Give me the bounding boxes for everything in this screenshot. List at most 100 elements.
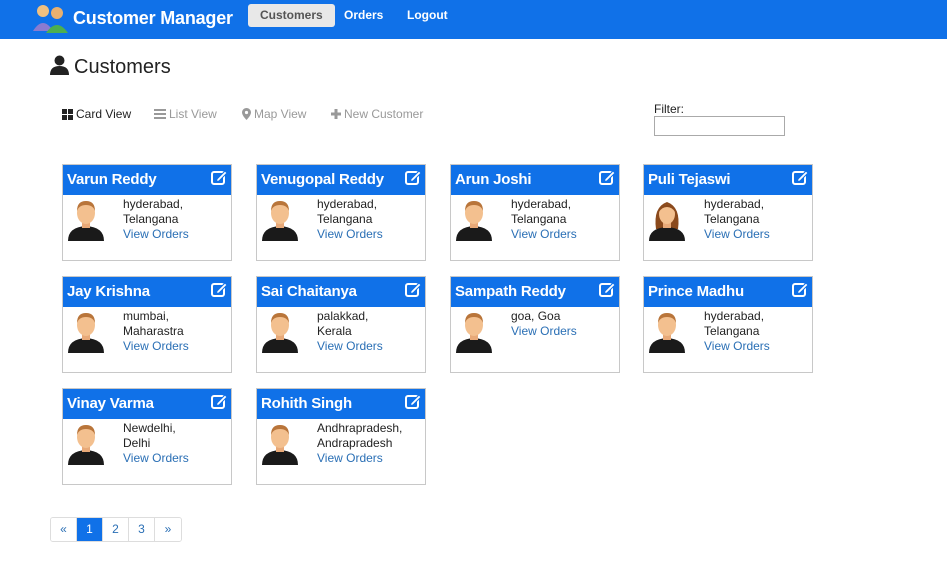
plus-icon bbox=[331, 109, 341, 119]
customer-info: hyderabad, Telangana View Orders bbox=[511, 197, 577, 242]
customer-name[interactable]: Sampath Reddy bbox=[455, 283, 566, 300]
view-orders-link[interactable]: View Orders bbox=[317, 339, 383, 354]
customer-info: goa, Goa View Orders bbox=[511, 309, 577, 339]
customer-city: palakkad, bbox=[317, 309, 369, 323]
view-orders-link[interactable]: View Orders bbox=[317, 227, 383, 242]
customer-state: Telangana bbox=[511, 212, 567, 226]
edit-icon[interactable] bbox=[792, 281, 809, 298]
customer-card: Arun Joshi hyderabad, Telangana View Orders bbox=[450, 164, 620, 261]
tab-list-view[interactable]: List View bbox=[154, 106, 217, 122]
brand-title: Customer Manager bbox=[73, 7, 233, 28]
filter-input[interactable] bbox=[654, 116, 785, 136]
page-3[interactable]: 3 bbox=[129, 518, 155, 541]
customer-info: hyderabad, Telangana View Orders bbox=[123, 197, 189, 242]
user-icon bbox=[50, 55, 69, 80]
tab-new-customer-label: New Customer bbox=[344, 107, 424, 121]
list-icon bbox=[154, 109, 166, 119]
edit-icon[interactable] bbox=[599, 169, 616, 186]
card-header: Vinay Varma bbox=[63, 389, 231, 419]
customer-info: mumbai, Maharastra View Orders bbox=[123, 309, 189, 354]
nav-orders[interactable]: Orders bbox=[332, 4, 395, 27]
page-2[interactable]: 2 bbox=[103, 518, 129, 541]
customer-city: hyderabad, bbox=[704, 309, 765, 323]
users-logo-icon bbox=[33, 3, 69, 33]
customer-state: Telangana bbox=[704, 212, 760, 226]
customer-info: palakkad, Kerala View Orders bbox=[317, 309, 383, 354]
customer-info: Newdelhi, Delhi View Orders bbox=[123, 421, 189, 466]
view-orders-link[interactable]: View Orders bbox=[704, 227, 770, 242]
male-avatar-icon bbox=[260, 423, 300, 465]
male-avatar-icon bbox=[454, 311, 494, 353]
customer-name[interactable]: Venugopal Reddy bbox=[261, 171, 384, 188]
customer-name[interactable]: Arun Joshi bbox=[455, 171, 532, 188]
customer-info: hyderabad, Telangana View Orders bbox=[704, 197, 770, 242]
customer-city: mumbai, bbox=[123, 309, 170, 323]
edit-icon[interactable] bbox=[211, 393, 228, 410]
customer-state: Delhi bbox=[123, 436, 151, 450]
customer-card: Venugopal Reddy hyderabad, Telangana View O… bbox=[256, 164, 426, 261]
edit-icon[interactable] bbox=[405, 169, 422, 186]
edit-icon[interactable] bbox=[405, 281, 422, 298]
tab-new-customer[interactable]: New Customer bbox=[331, 106, 423, 122]
tab-map-view[interactable]: Map View bbox=[242, 106, 306, 122]
edit-icon[interactable] bbox=[599, 281, 616, 298]
view-orders-link[interactable]: View Orders bbox=[123, 227, 189, 242]
edit-icon[interactable] bbox=[211, 169, 228, 186]
male-avatar-icon bbox=[66, 423, 106, 465]
female-avatar-icon bbox=[647, 199, 687, 241]
customer-name[interactable]: Varun Reddy bbox=[67, 171, 157, 188]
view-orders-link[interactable]: View Orders bbox=[511, 227, 577, 242]
page-prev[interactable]: « bbox=[51, 518, 77, 541]
page-next[interactable]: » bbox=[155, 518, 181, 541]
edit-icon[interactable] bbox=[405, 393, 422, 410]
customer-state: Maharastra bbox=[123, 324, 184, 338]
customer-name[interactable]: Sai Chaitanya bbox=[261, 283, 357, 300]
customer-name[interactable]: Puli Tejaswi bbox=[648, 171, 731, 188]
navbar: Customer Manager Customers Orders Logout bbox=[0, 0, 947, 39]
tab-card-view-label: Card View bbox=[76, 107, 132, 121]
card-header: Arun Joshi bbox=[451, 165, 619, 195]
view-orders-link[interactable]: View Orders bbox=[123, 451, 189, 466]
customer-name[interactable]: Rohith Singh bbox=[261, 395, 352, 412]
customer-card: Puli Tejaswi hyderabad, Telangana View Orde… bbox=[643, 164, 813, 261]
view-orders-link[interactable]: View Orders bbox=[317, 451, 402, 466]
customer-name[interactable]: Jay Krishna bbox=[67, 283, 150, 300]
customer-info: hyderabad, Telangana View Orders bbox=[317, 197, 383, 242]
male-avatar-icon bbox=[647, 311, 687, 353]
card-header: Sampath Reddy bbox=[451, 277, 619, 307]
nav-customers[interactable]: Customers bbox=[248, 4, 335, 27]
customer-city: hyderabad, bbox=[511, 197, 572, 211]
map-marker-icon bbox=[242, 108, 251, 120]
card-header: Puli Tejaswi bbox=[644, 165, 812, 195]
tab-card-view[interactable]: Card View bbox=[62, 106, 131, 122]
nav-logout[interactable]: Logout bbox=[395, 4, 460, 27]
customer-state: Andrapradesh bbox=[317, 436, 393, 450]
customer-card: Rohith Singh Andhrapradesh, Andrapradesh Vi… bbox=[256, 388, 426, 485]
customer-card: Prince Madhu hyderabad, Telangana View Orde… bbox=[643, 276, 813, 373]
brand[interactable]: Customer Manager bbox=[33, 2, 233, 34]
customer-card: Sai Chaitanya palakkad, Kerala View Orders bbox=[256, 276, 426, 373]
grid-icon bbox=[62, 108, 73, 120]
card-header: Venugopal Reddy bbox=[257, 165, 425, 195]
customer-name[interactable]: Prince Madhu bbox=[648, 283, 744, 300]
customer-city: Newdelhi, bbox=[123, 421, 176, 435]
customer-city: Andhrapradesh, bbox=[317, 421, 403, 435]
view-orders-link[interactable]: View Orders bbox=[511, 324, 577, 339]
customer-info: Andhrapradesh, Andrapradesh View Orders bbox=[317, 421, 402, 466]
customer-card: Vinay Varma Newdelhi, Delhi View Orders bbox=[62, 388, 232, 485]
customer-name[interactable]: Vinay Varma bbox=[67, 395, 154, 412]
edit-icon[interactable] bbox=[211, 281, 228, 298]
view-orders-link[interactable]: View Orders bbox=[704, 339, 770, 354]
customer-card: Varun Reddy hyderabad, Telangana View Order… bbox=[62, 164, 232, 261]
customer-city: goa, Goa bbox=[511, 309, 561, 323]
card-header: Rohith Singh bbox=[257, 389, 425, 419]
customer-city: hyderabad, bbox=[317, 197, 378, 211]
customer-card: Sampath Reddy goa, Goa View Orders bbox=[450, 276, 620, 373]
card-header: Jay Krishna bbox=[63, 277, 231, 307]
customer-state: Telangana bbox=[123, 212, 179, 226]
page-1[interactable]: 1 bbox=[77, 518, 103, 541]
page-title-text: Customers bbox=[74, 55, 171, 78]
view-orders-link[interactable]: View Orders bbox=[123, 339, 189, 354]
pagination: « 1 2 3 » bbox=[50, 517, 182, 542]
edit-icon[interactable] bbox=[792, 169, 809, 186]
